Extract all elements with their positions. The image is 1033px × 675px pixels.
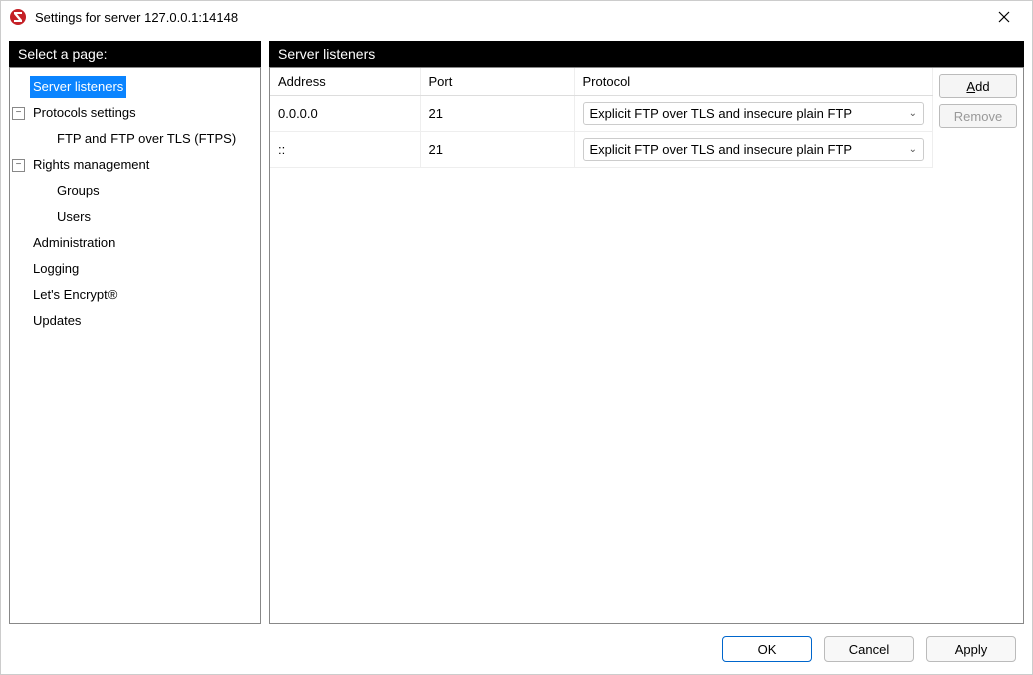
right-body: Address Port Protocol 0.0.0.021 Explicit … xyxy=(269,67,1024,624)
listeners-table: Address Port Protocol 0.0.0.021 Explicit … xyxy=(270,68,933,168)
protocol-value: Explicit FTP over TLS and insecure plain… xyxy=(590,106,905,121)
tree-item[interactable]: FTP and FTP over TLS (FTPS) xyxy=(14,126,256,152)
cell-address[interactable]: :: xyxy=(270,132,420,168)
chevron-down-icon: ⌄ xyxy=(909,108,917,119)
tree-item-label: Administration xyxy=(30,232,118,254)
tree-item-label: FTP and FTP over TLS (FTPS) xyxy=(54,128,239,150)
tree-item-label: Protocols settings xyxy=(30,102,139,124)
protocol-value: Explicit FTP over TLS and insecure plain… xyxy=(590,142,905,157)
side-buttons: Add Remove xyxy=(933,68,1023,623)
listeners-table-area: Address Port Protocol 0.0.0.021 Explicit … xyxy=(270,68,933,623)
dialog-footer: OK Cancel Apply xyxy=(1,632,1032,674)
column-protocol[interactable]: Protocol xyxy=(574,68,933,96)
chevron-down-icon: ⌄ xyxy=(909,144,917,155)
table-row[interactable]: 0.0.0.021 Explicit FTP over TLS and insec… xyxy=(270,96,933,132)
page-tree[interactable]: Server listeners−Protocols settingsFTP a… xyxy=(9,67,261,624)
cell-protocol: Explicit FTP over TLS and insecure plain… xyxy=(574,96,933,132)
tree-item-label: Updates xyxy=(30,310,84,332)
tree-item[interactable]: Administration xyxy=(14,230,256,256)
tree-item[interactable]: Users xyxy=(14,204,256,230)
tree-item[interactable]: −Protocols settings xyxy=(14,100,256,126)
left-panel: Select a page: Server listeners−Protocol… xyxy=(9,41,261,624)
tree-item-label: Rights management xyxy=(30,154,152,176)
protocol-select[interactable]: Explicit FTP over TLS and insecure plain… xyxy=(583,138,925,161)
tree-item[interactable]: Logging xyxy=(14,256,256,282)
right-panel: Server listeners Address Port Protocol 0… xyxy=(269,41,1024,624)
table-row[interactable]: ::21 Explicit FTP over TLS and insecure p… xyxy=(270,132,933,168)
tree-item-label: Groups xyxy=(54,180,103,202)
tree-item-label: Server listeners xyxy=(30,76,126,98)
tree-item-label: Logging xyxy=(30,258,82,280)
ok-button[interactable]: OK xyxy=(722,636,812,662)
cell-port[interactable]: 21 xyxy=(420,96,574,132)
close-button[interactable] xyxy=(984,3,1024,31)
expander-icon[interactable]: − xyxy=(12,107,25,120)
tree-item[interactable]: −Rights management xyxy=(14,152,256,178)
table-header-row: Address Port Protocol xyxy=(270,68,933,96)
settings-window: Settings for server 127.0.0.1:14148 Sele… xyxy=(0,0,1033,675)
close-icon xyxy=(998,11,1010,23)
tree-item[interactable]: Let's Encrypt® xyxy=(14,282,256,308)
cell-port[interactable]: 21 xyxy=(420,132,574,168)
cell-address[interactable]: 0.0.0.0 xyxy=(270,96,420,132)
window-title: Settings for server 127.0.0.1:14148 xyxy=(35,10,984,25)
tree-item-label: Users xyxy=(54,206,94,228)
tree-item-label: Let's Encrypt® xyxy=(30,284,120,306)
tree-item[interactable]: Updates xyxy=(14,308,256,334)
tree-item[interactable]: Server listeners xyxy=(14,74,256,100)
cell-protocol: Explicit FTP over TLS and insecure plain… xyxy=(574,132,933,168)
cancel-button[interactable]: Cancel xyxy=(824,636,914,662)
expander-icon[interactable]: − xyxy=(12,159,25,172)
left-panel-header: Select a page: xyxy=(9,41,261,67)
tree-item[interactable]: Groups xyxy=(14,178,256,204)
column-address[interactable]: Address xyxy=(270,68,420,96)
add-button[interactable]: Add xyxy=(939,74,1017,98)
titlebar: Settings for server 127.0.0.1:14148 xyxy=(1,1,1032,33)
protocol-select[interactable]: Explicit FTP over TLS and insecure plain… xyxy=(583,102,925,125)
content-area: Select a page: Server listeners−Protocol… xyxy=(1,33,1032,632)
right-panel-header: Server listeners xyxy=(269,41,1024,67)
apply-button[interactable]: Apply xyxy=(926,636,1016,662)
column-port[interactable]: Port xyxy=(420,68,574,96)
app-icon xyxy=(9,8,27,26)
remove-button: Remove xyxy=(939,104,1017,128)
